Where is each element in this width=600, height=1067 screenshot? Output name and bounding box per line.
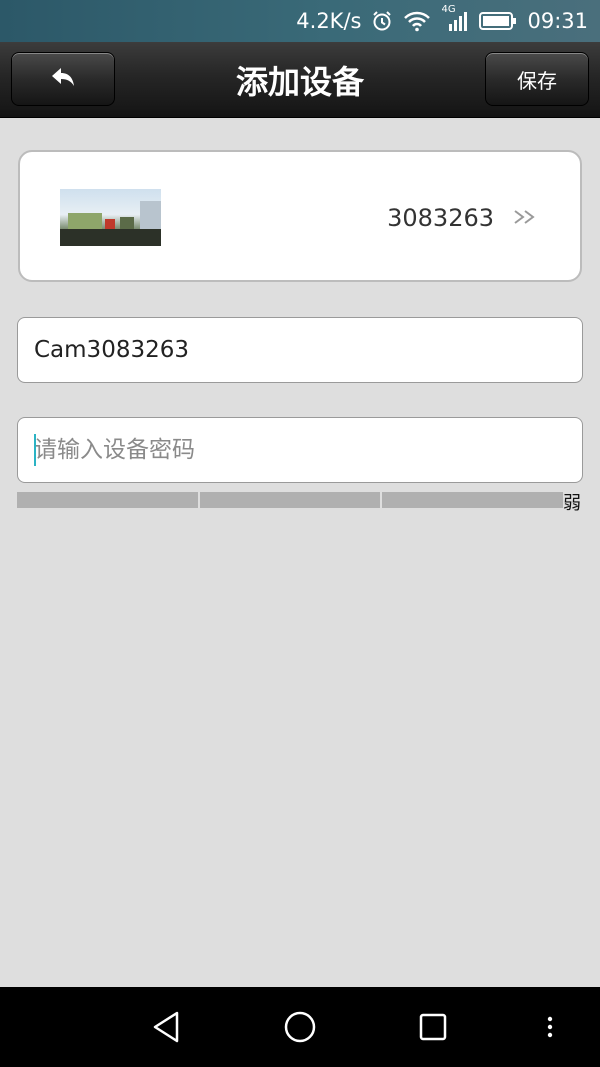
strength-segment	[382, 492, 564, 508]
password-strength-meter	[17, 492, 564, 508]
text-cursor	[34, 434, 36, 466]
back-button[interactable]	[11, 52, 115, 106]
title-bar: 添加设备 保存	[0, 42, 600, 118]
device-card[interactable]: 3083263	[18, 150, 582, 282]
battery-icon	[479, 11, 517, 31]
back-triangle-icon[interactable]	[146, 1007, 186, 1047]
device-id: 3083263	[387, 204, 494, 232]
strength-segment	[199, 492, 381, 508]
alarm-icon	[371, 10, 393, 32]
device-thumbnail	[60, 189, 161, 246]
recents-square-icon[interactable]	[413, 1007, 453, 1047]
menu-dots-icon[interactable]	[530, 1007, 570, 1047]
network-type: 4G	[441, 4, 456, 15]
device-password-input[interactable]	[17, 417, 583, 483]
page-title: 添加设备	[235, 63, 364, 101]
system-nav-bar	[0, 987, 600, 1067]
password-strength-label: 弱	[563, 493, 581, 514]
strength-segment	[17, 492, 198, 508]
status-bar: 4.2K/s 4G 09:31	[0, 0, 600, 42]
save-button[interactable]: 保存	[485, 52, 589, 106]
clock: 09:31	[527, 9, 588, 33]
home-circle-icon[interactable]	[280, 1007, 320, 1047]
back-arrow-icon	[50, 66, 76, 92]
network-speed: 4.2K/s	[296, 9, 362, 33]
wifi-icon	[403, 10, 431, 32]
signal-icon: 4G	[441, 4, 469, 32]
device-name-input[interactable]	[17, 317, 583, 383]
double-chevron-right-icon[interactable]	[512, 202, 538, 232]
